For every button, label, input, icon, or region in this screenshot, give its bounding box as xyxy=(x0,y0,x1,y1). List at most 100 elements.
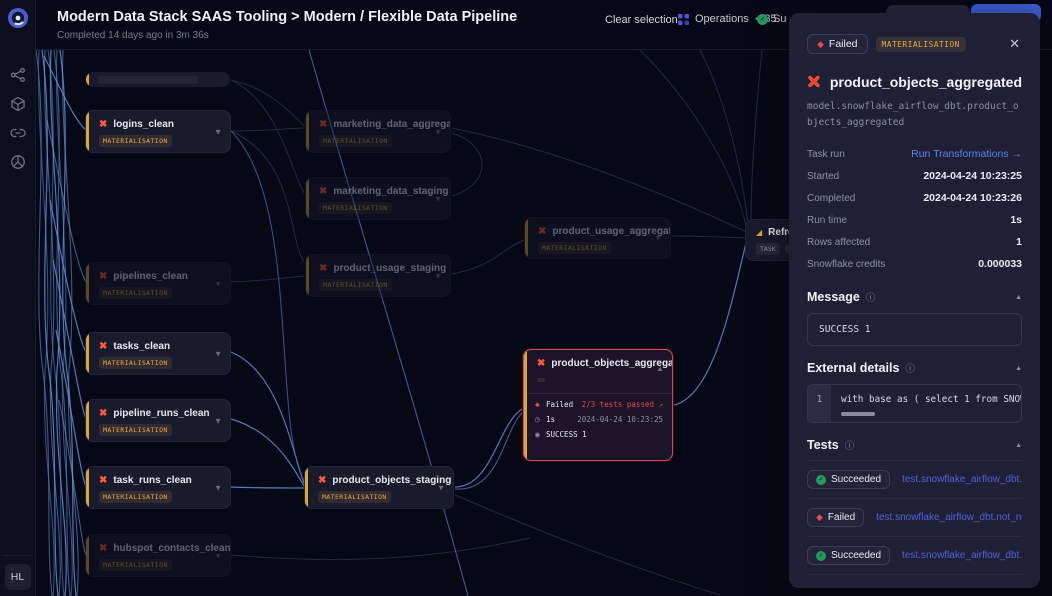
chevron-down-icon[interactable]: ▼ xyxy=(214,127,222,136)
line-number: 1 xyxy=(808,385,831,422)
materialisation-badge: MATERIALISATION xyxy=(99,424,172,436)
dbt-icon: ✖ xyxy=(99,409,107,419)
materialisation-badge xyxy=(537,378,545,382)
node-tasks-clean[interactable]: ✖tasks_clean MATERIALISATION ▼ xyxy=(85,332,231,375)
materialisation-badge: MATERIALISATION xyxy=(318,491,391,503)
materialisation-badge: MATERIALISATION xyxy=(319,202,392,214)
node-label: task_runs_clean xyxy=(113,475,191,486)
close-icon[interactable]: ✕ xyxy=(1007,34,1022,54)
chevron-down-icon[interactable]: ▼ xyxy=(654,234,662,243)
clock-icon: ◷ xyxy=(535,415,546,424)
info-icon[interactable]: ⓘ xyxy=(866,290,876,304)
materialisation-badge: MATERIALISATION xyxy=(538,242,611,254)
meta-row-snowflake-credits: Snowflake credits 0.000033 xyxy=(807,253,1022,275)
status-dot-icon: ◉ xyxy=(535,430,546,439)
message-content: SUCCESS 1 xyxy=(807,313,1022,346)
node-stripe xyxy=(86,72,89,87)
node-product-objects-aggregated-selected[interactable]: ✖ product_objects_aggregated ▲ ◆ Failed … xyxy=(523,349,673,461)
meta-row-run-time: Run time 1s xyxy=(807,209,1022,231)
status-badge: ◆ Failed xyxy=(807,34,868,54)
model-path: model.snowflake_airflow_dbt.product_obje… xyxy=(807,99,1022,131)
test-link[interactable]: test.snowflake_airflow_dbt.not_null_pr xyxy=(902,550,1022,561)
node-divider xyxy=(524,393,672,394)
graph-icon[interactable] xyxy=(10,67,26,83)
node-hubspot-contacts-clean[interactable]: ✖hubspot_contacts_clean MATERIALISATION … xyxy=(85,534,231,577)
panel-title: product_objects_aggregated xyxy=(830,74,1022,90)
node-pipeline-runs-clean[interactable]: ✖pipeline_runs_clean MATERIALISATION ▼ xyxy=(85,399,231,442)
node-label: marketing_data_staging xyxy=(333,186,448,197)
info-icon[interactable]: ⓘ xyxy=(845,438,855,452)
meta-row-completed: Completed 2024-04-24 10:23:26 xyxy=(807,187,1022,209)
clear-selection-button[interactable]: Clear selection xyxy=(605,14,678,26)
node-label: product_objects_staging xyxy=(332,475,451,486)
node-pipelines-clean[interactable]: ✖pipelines_clean MATERIALISATION ▼ xyxy=(85,262,231,305)
node-marketing-data-staging[interactable]: ✖marketing_data_staging MATERIALISATION … xyxy=(305,177,451,220)
test-link[interactable]: test.snowflake_airflow_dbt.not_null_pr xyxy=(876,512,1022,523)
info-icon[interactable]: ⓘ xyxy=(905,361,915,375)
left-sidebar: HL xyxy=(0,0,36,596)
test-status-badge: ✓ Succeeded xyxy=(807,470,890,489)
collapse-icon[interactable]: ▲ xyxy=(1015,294,1022,301)
node-product-usage-aggregated[interactable]: ✖product_usage_aggregated MATERIALISATIO… xyxy=(524,217,671,259)
dbt-logo-icon xyxy=(807,71,821,92)
dbt-icon: ✖ xyxy=(99,120,107,130)
message-section-title: Message xyxy=(807,290,860,304)
chevron-down-icon[interactable]: ▼ xyxy=(434,194,442,203)
node-timestamp: 2024-04-24 10:23:25 xyxy=(577,415,663,424)
tests-summary-link[interactable]: 2/3 tests passed ↗ xyxy=(582,400,663,409)
test-status-badge: ◆ Failed xyxy=(807,508,864,527)
materialisation-badge: MATERIALISATION xyxy=(99,491,172,503)
dbt-icon: ✖ xyxy=(99,476,107,486)
dbt-icon: ✖ xyxy=(318,476,326,486)
chevron-down-icon[interactable]: ▼ xyxy=(214,279,222,288)
chevron-down-icon[interactable]: ▼ xyxy=(214,551,222,560)
chevron-down-icon[interactable]: ▼ xyxy=(214,483,222,492)
globe-icon[interactable] xyxy=(10,154,26,170)
link-icon[interactable] xyxy=(10,125,26,141)
dbt-icon: ✖ xyxy=(538,227,546,237)
app-logo-icon[interactable] xyxy=(7,7,29,29)
run-transformations-link[interactable]: Run Transformations → xyxy=(911,148,1022,160)
test-status-badge: ✓ Succeeded xyxy=(807,546,890,565)
chevron-up-icon[interactable]: ▲ xyxy=(656,364,664,373)
chevron-down-icon[interactable]: ▼ xyxy=(437,483,445,492)
task-badge: TASK xyxy=(756,243,780,255)
materialisation-badge: MATERIALISATION xyxy=(99,287,172,299)
materialisation-badge: MATERIALISATION xyxy=(319,279,392,291)
materialisation-badge: MATERIALISATION xyxy=(99,357,172,369)
dbt-icon: ✖ xyxy=(319,187,327,197)
materialisation-badge: MATERIALISATION xyxy=(876,37,966,52)
sql-code-block: 1 with base as ( select 1 from SNOWFLAKE xyxy=(807,384,1022,423)
node-product-usage-staging[interactable]: ✖product_usage_staging MATERIALISATION ▼ xyxy=(305,254,451,297)
test-link[interactable]: test.snowflake_airflow_dbt.unique_pro xyxy=(902,474,1022,485)
sidebar-divider xyxy=(3,555,33,556)
node-product-objects-staging[interactable]: ✖ product_objects_staging MATERIALISATION… xyxy=(304,466,454,509)
materialisation-badge: MATERIALISATION xyxy=(319,135,392,147)
node-status: Failed xyxy=(546,400,573,409)
chevron-down-icon[interactable]: ▼ xyxy=(434,271,442,280)
node-task-runs-clean[interactable]: ✖ task_runs_clean MATERIALISATION ▼ xyxy=(85,466,231,509)
message-section: Message ⓘ ▲ SUCCESS 1 xyxy=(807,290,1022,346)
chevron-down-icon[interactable]: ▼ xyxy=(214,416,222,425)
package-icon[interactable] xyxy=(10,96,26,112)
node-message: SUCCESS 1 xyxy=(546,430,587,439)
node-partial-top[interactable] xyxy=(86,72,230,87)
tests-section: Tests ⓘ ▲ ✓ Succeeded test.snowflake_air… xyxy=(807,438,1022,575)
test-row: ✓ Succeeded test.snowflake_airflow_dbt.n… xyxy=(807,537,1022,575)
success-counter[interactable]: ✓ Su xyxy=(757,13,786,25)
collapse-icon[interactable]: ▲ xyxy=(1015,365,1022,372)
node-logins-clean[interactable]: ✖logins_clean MATERIALISATION ▼ xyxy=(85,110,231,153)
node-label: logins_clean xyxy=(113,119,174,130)
node-marketing-data-aggregated[interactable]: ✖marketing_data_aggregated MATERIALISATI… xyxy=(305,110,451,153)
horizontal-scrollbar[interactable] xyxy=(841,412,875,416)
chevron-down-icon[interactable]: ▼ xyxy=(434,127,442,136)
chevron-down-icon[interactable]: ▼ xyxy=(214,349,222,358)
page-title: Modern Data Stack SAAS Tooling > Modern … xyxy=(57,9,517,25)
dbt-icon: ✖ xyxy=(99,342,107,352)
node-label: product_usage_staging xyxy=(333,263,446,274)
task-triangle-icon: ◢ xyxy=(756,229,762,237)
user-avatar[interactable]: HL xyxy=(5,564,31,590)
collapse-icon[interactable]: ▲ xyxy=(1015,442,1022,449)
success-check-icon: ✓ xyxy=(757,14,768,25)
materialisation-badge: MATERIALISATION xyxy=(99,559,172,571)
